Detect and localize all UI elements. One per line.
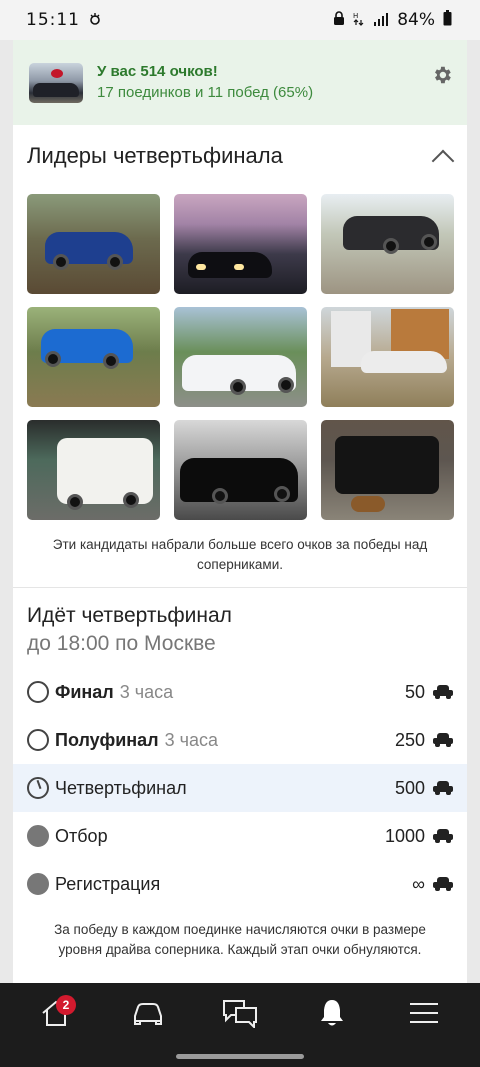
leaders-grid [13,187,467,520]
stage-points: 250 [394,729,425,750]
stage-name: Полуфинал [55,729,159,750]
car-icon [433,829,453,843]
stage-name: Регистрация [55,873,161,894]
notification-badge: 2 [56,995,76,1015]
stage-points: 50 [404,681,425,702]
chevron-up-icon[interactable] [431,149,455,173]
score-subtitle: 17 поединков и 11 побед (65%) [97,83,314,101]
stage-name: Финал [55,681,114,702]
stage-row-registration[interactable]: Регистрация ∞ [13,860,467,908]
bell-icon [319,998,345,1033]
car-icon [433,733,453,747]
nav-menu[interactable] [394,995,454,1035]
data-icon: H [353,10,365,31]
stage-title: Идёт четвертьфинал [27,604,232,627]
filled-circle-icon [27,873,49,895]
stage-points: 500 [394,777,425,798]
stage-duration: 3 часа [164,729,219,750]
leader-photo-9[interactable] [321,420,454,520]
leaders-header[interactable]: Лидеры четвертьфинала [13,125,467,187]
nav-messages[interactable] [210,995,270,1035]
menu-icon [409,1001,439,1030]
nav-home[interactable]: 2 [26,995,86,1035]
notification-icon [88,10,102,31]
status-bar: 15:11 H 84% [0,0,480,40]
stages-caption: За победу в каждом поединке начисляются … [54,922,426,957]
status-time: 15:11 [26,10,80,30]
stage-row-final[interactable]: Финал 3 часа 50 [13,668,467,716]
bottom-nav: 2 [0,983,480,1067]
leader-photo-8[interactable] [174,420,307,520]
score-banner: У вас 514 очков! 17 поединков и 11 побед… [13,40,467,125]
progress-circle-icon [27,777,49,799]
stage-duration: 3 часа [119,681,174,702]
leaders-caption: Эти кандидаты набрали больше всего очков… [52,537,428,572]
nav-notifications[interactable] [302,995,362,1035]
stage-row-semifinal[interactable]: Полуфинал 3 часа 250 [13,716,467,764]
filled-circle-icon [27,825,49,847]
signal-icon [373,10,389,31]
stage-name: Четвертьфинал [55,777,187,798]
stage-list: Финал 3 часа 50 Полуфинал 3 часа 250 Чет… [13,668,467,908]
lock-icon [333,10,345,31]
stage-name: Отбор [55,825,108,846]
car-icon [131,1000,165,1031]
leader-photo-3[interactable] [321,194,454,294]
home-indicator[interactable] [176,1054,304,1059]
leaders-title: Лидеры четвертьфинала [27,143,283,168]
gear-icon[interactable] [431,64,453,86]
car-icon [433,877,453,891]
leader-photo-7[interactable] [27,420,160,520]
messages-icon [222,998,258,1033]
leader-photo-2[interactable] [174,194,307,294]
user-car-thumbnail[interactable] [29,62,83,103]
leader-photo-6[interactable] [321,307,454,407]
battery-icon [443,9,452,31]
car-icon [433,781,453,795]
leader-photo-4[interactable] [27,307,160,407]
stage-header: Идёт четвертьфинал до 18:00 по Москве [13,588,467,658]
stage-subtitle: до 18:00 по Москве [27,632,216,655]
battery-percent: 84% [397,10,435,30]
stage-points: ∞ [412,873,425,894]
leader-photo-5[interactable] [174,307,307,407]
leader-photo-1[interactable] [27,194,160,294]
stage-row-quarterfinal[interactable]: Четвертьфинал 500 [13,764,467,812]
svg-text:H: H [353,12,358,20]
score-title: У вас 514 очков! [97,62,218,80]
nav-garage[interactable] [118,995,178,1035]
stage-row-selection[interactable]: Отбор 1000 [13,812,467,860]
stage-points: 1000 [384,825,425,846]
circle-icon [27,729,49,751]
car-icon [433,685,453,699]
circle-icon [27,681,49,703]
main-content: У вас 514 очков! 17 поединков и 11 побед… [13,40,467,983]
